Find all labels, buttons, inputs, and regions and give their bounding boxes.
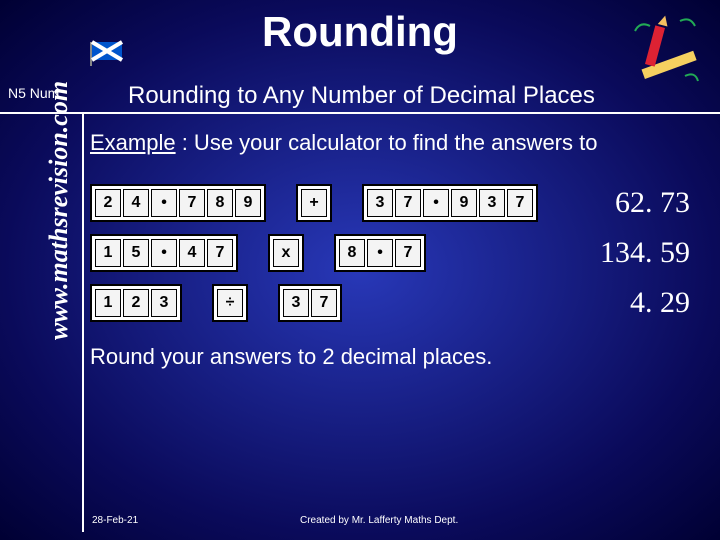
- page-subtitle: Rounding to Any Number of Decimal Places: [128, 82, 595, 110]
- calc-key: 8: [339, 239, 365, 267]
- calc-key: 7: [311, 289, 337, 317]
- calc-keypad: x: [268, 234, 304, 272]
- calc-key: 5: [123, 239, 149, 267]
- website-label: www.mathsrevision.com: [44, 81, 74, 340]
- calc-key: ÷: [217, 289, 243, 317]
- calc-row: 24•789+37•93762. 73: [90, 184, 710, 222]
- footer-credit: Created by Mr. Lafferty Maths Dept.: [300, 515, 458, 526]
- calc-key: 7: [207, 239, 233, 267]
- calc-keypad: 37: [278, 284, 342, 322]
- calc-key: 3: [367, 189, 393, 217]
- answer-value: 62. 73: [615, 186, 690, 220]
- calc-key: 8: [207, 189, 233, 217]
- calc-key: 3: [283, 289, 309, 317]
- content-area: Example : Use your calculator to find th…: [90, 130, 710, 370]
- calc-key: 2: [95, 189, 121, 217]
- calc-key: +: [301, 189, 327, 217]
- calc-key: 1: [95, 239, 121, 267]
- horizontal-divider: [0, 112, 720, 114]
- calc-key: •: [151, 189, 177, 217]
- calc-key: x: [273, 239, 299, 267]
- calc-key: 7: [395, 239, 421, 267]
- calc-key: •: [423, 189, 449, 217]
- example-prompt: Example : Use your calculator to find th…: [90, 130, 710, 156]
- calc-keypad: 24•789: [90, 184, 266, 222]
- calc-key: 3: [151, 289, 177, 317]
- flag-icon: [90, 38, 130, 71]
- calc-keypad: 123: [90, 284, 182, 322]
- calc-key: 9: [451, 189, 477, 217]
- calc-keypad: +: [296, 184, 332, 222]
- calc-keypad: ÷: [212, 284, 248, 322]
- instruction-text: Round your answers to 2 decimal places.: [90, 344, 710, 370]
- calc-key: 9: [235, 189, 261, 217]
- calc-key: 2: [123, 289, 149, 317]
- calc-key: 4: [179, 239, 205, 267]
- example-text: : Use your calculator to find the answer…: [176, 130, 598, 155]
- calc-keypad: 37•937: [362, 184, 538, 222]
- calc-row: 123÷374. 29: [90, 284, 710, 322]
- calc-key: 7: [179, 189, 205, 217]
- calc-key: •: [151, 239, 177, 267]
- answer-value: 134. 59: [600, 236, 690, 270]
- answer-value: 4. 29: [630, 286, 690, 320]
- calc-key: 4: [123, 189, 149, 217]
- vertical-divider: [82, 112, 84, 532]
- calc-key: 1: [95, 289, 121, 317]
- footer-date: 28-Feb-21: [92, 515, 138, 526]
- calc-row: 15•47x8•7134. 59: [90, 234, 710, 272]
- calc-key: 7: [507, 189, 533, 217]
- pencil-icon: [620, 6, 710, 101]
- example-label: Example: [90, 130, 176, 155]
- calc-keypad: 8•7: [334, 234, 426, 272]
- calc-key: 3: [479, 189, 505, 217]
- calc-key: •: [367, 239, 393, 267]
- calc-keypad: 15•47: [90, 234, 238, 272]
- calc-key: 7: [395, 189, 421, 217]
